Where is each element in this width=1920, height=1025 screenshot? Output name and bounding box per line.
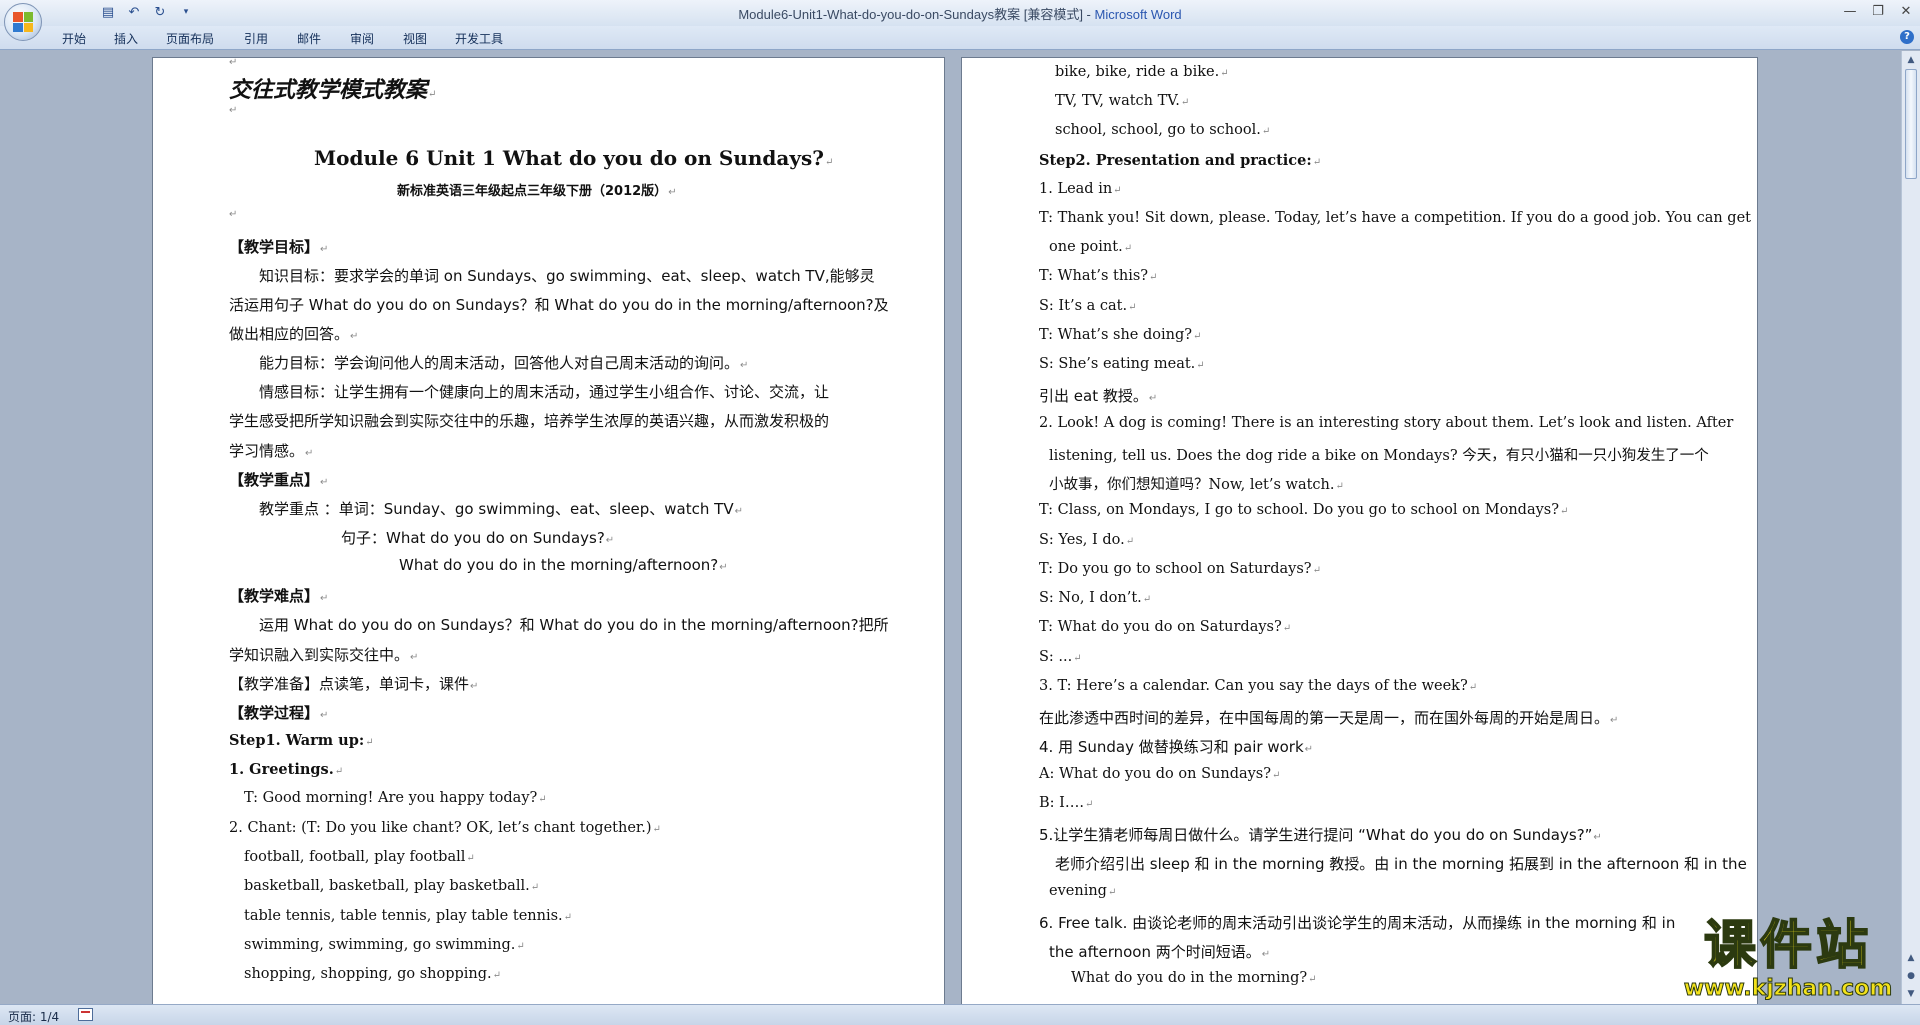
body-line: What do you do in the morning? (1071, 970, 1317, 986)
body-line: school, school, go to school. (1055, 122, 1270, 138)
body-line: basketball, basketball, play basketball. (244, 878, 539, 894)
body-line: 句子：What do you do on Sundays? (341, 527, 614, 548)
body-line: 学知识融入到实际交往中。 (229, 644, 418, 665)
window-title: Module6-Unit1-What-do-you-do-on-Sundays教… (0, 4, 1920, 23)
body-line: swimming, swimming, go swimming. (244, 937, 525, 953)
step-heading: Step1. Warm up: (229, 732, 374, 749)
body-line: listening, tell us. Does the dog ride a … (1049, 448, 1709, 464)
body-line: T: Class, on Mondays, I go to school. Do… (1039, 502, 1568, 518)
office-button[interactable] (4, 3, 42, 41)
paragraph-mark: ↵ (229, 105, 238, 116)
body-line: 活运用句子 What do you do on Sundays？和 What d… (229, 296, 889, 314)
body-line: 在此渗透中西时间的差异，在中国每周的第一天是周一，而在国外每周的开始是周日。 (1039, 707, 1618, 728)
body-line: 教学重点 ：单词：Sunday、go swimming、eat、sleep、wa… (259, 498, 743, 519)
body-line: 情感目标：让学生拥有一个健康向上的周末活动，通过学生小组合作、讨论、交流，让 (259, 383, 830, 401)
body-line: 小故事，你们想知道吗？Now, let’s watch. (1049, 473, 1344, 494)
page-count[interactable]: 页面: 1/4 (8, 1008, 59, 1025)
body-line: 1. Lead in (1039, 181, 1122, 197)
maximize-icon[interactable]: ❐ (1864, 0, 1892, 22)
body-line: T: Thank you! Sit down, please. Today, l… (1039, 210, 1751, 226)
document-page-1[interactable]: ↵ 交往式教学模式教案 ↵ Module 6 Unit 1 What do yo… (152, 57, 945, 1004)
body-line: B: I…. (1039, 795, 1093, 811)
body-line: the afternoon 两个时间短语。 (1049, 941, 1270, 962)
proofing-icon[interactable] (78, 1008, 93, 1021)
body-line: T: What’s she doing? (1039, 327, 1201, 343)
ribbon-tab-bar: 开始 插入 页面布局 引用 邮件 审阅 视图 开发工具 (0, 26, 1920, 50)
document-title: Module6-Unit1-What-do-you-do-on-Sundays教… (738, 7, 1095, 22)
minimize-icon[interactable]: — (1836, 0, 1864, 22)
body-line: TV, TV, watch TV. (1055, 93, 1189, 109)
body-line: one point. (1049, 239, 1132, 255)
tab-home[interactable]: 开始 (62, 30, 86, 47)
body-line: 5.让学生猜老师每周日做什么。请学生进行提问 “What do you do o… (1039, 824, 1602, 845)
body-line: 引出 eat 教授。 (1039, 385, 1157, 406)
body-line: 2. Chant: (T: Do you like chant? OK, let… (229, 820, 661, 836)
paragraph-mark: ↵ (229, 209, 238, 220)
section-heading: 【教学目标】 (229, 236, 328, 257)
tab-view[interactable]: 视图 (403, 30, 427, 47)
watermark-name: 课件站 (1703, 915, 1872, 977)
tab-developer[interactable]: 开发工具 (455, 30, 503, 47)
tab-references[interactable]: 引用 (244, 30, 268, 47)
body-line: T: Good morning! Are you happy today? (244, 790, 547, 806)
close-icon[interactable]: ✕ (1892, 0, 1920, 22)
body-line: T: What’s this? (1039, 268, 1157, 284)
document-heading: 交往式教学模式教案 (229, 72, 436, 104)
vertical-scrollbar[interactable]: ▲ ▲ ● ▼ (1901, 51, 1920, 1004)
body-line: S: It’s a cat. (1039, 298, 1137, 314)
application-name: Microsoft Word (1094, 7, 1182, 22)
tab-page-layout[interactable]: 页面布局 (166, 30, 214, 47)
tab-mailings[interactable]: 邮件 (297, 30, 321, 47)
body-line: What do you do in the morning/afternoon? (399, 556, 728, 574)
body-line: football, football, play football (244, 849, 475, 865)
body-line: bike, bike, ride a bike. (1055, 64, 1229, 80)
body-line: 1. Greetings. (229, 761, 343, 778)
body-line: table tennis, table tennis, play table t… (244, 908, 572, 924)
body-line: 3. T: Here’s a calendar. Can you say the… (1039, 678, 1477, 694)
section-heading: 【教学准备】点读笔，单词卡，课件 (229, 673, 478, 694)
body-line: S: No, I don’t. (1039, 590, 1151, 606)
watermark-url: www.kjzhan.com (1683, 976, 1893, 1002)
body-line: A: What do you do on Sundays? (1039, 766, 1280, 782)
body-line: S: ... (1039, 649, 1082, 665)
paragraph-mark: ↵ (229, 57, 238, 68)
body-line: T: Do you go to school on Saturdays? (1039, 561, 1321, 577)
body-line: S: Yes, I do. (1039, 532, 1134, 548)
document-area[interactable]: ↵ 交往式教学模式教案 ↵ Module 6 Unit 1 What do yo… (0, 51, 1901, 1004)
body-line: evening (1049, 883, 1116, 899)
title-bar: ▤ ↶ ↻ ▾ Module6-Unit1-What-do-you-do-on-… (0, 0, 1920, 26)
scroll-up-icon[interactable]: ▲ (1904, 53, 1918, 67)
lesson-title: Module 6 Unit 1 What do you do on Sunday… (314, 146, 833, 170)
body-line: T: What do you do on Saturdays? (1039, 619, 1291, 635)
body-line: 6. Free talk. 由谈论老师的周末活动引出谈论学生的周末活动，从而操练… (1039, 914, 1676, 932)
body-line: 做出相应的回答。 (229, 323, 358, 344)
tab-insert[interactable]: 插入 (114, 30, 138, 47)
body-line: 知识目标：要求学会的单词 on Sundays、go swimming、eat、… (259, 267, 875, 285)
section-heading: 【教学过程】 (229, 702, 328, 723)
body-line: shopping, shopping, go shopping. (244, 966, 501, 982)
body-line: 运用 What do you do on Sundays？和 What do y… (259, 616, 889, 634)
body-line: 老师介绍引出 sleep 和 in the morning 教授。由 in th… (1055, 855, 1747, 873)
body-line: 学生感受把所学知识融会到实际交往中的乐趣，培养学生浓厚的英语兴趣，从而激发积极的 (229, 412, 830, 430)
body-line: 4. 用 Sunday 做替换练习和 pair work (1039, 736, 1313, 757)
body-line: 学习情感。 (229, 440, 313, 461)
step-heading: Step2. Presentation and practice: (1039, 152, 1321, 169)
section-heading: 【教学难点】 (229, 585, 328, 606)
body-line: 2. Look! A dog is coming! There is an in… (1039, 415, 1734, 431)
window-controls: — ❐ ✕ (1836, 0, 1920, 22)
help-icon[interactable]: ? (1900, 30, 1914, 44)
status-bar: 页面: 1/4 (0, 1004, 1920, 1025)
office-logo-icon (13, 12, 33, 32)
section-heading: 【教学重点】 (229, 469, 328, 490)
body-line: 能力目标：学会询问他人的周末活动，回答他人对自己周末活动的询问。 (259, 352, 748, 373)
lesson-subtitle: 新标准英语三年级起点三年级下册（2012版） (397, 180, 677, 199)
body-line: S: She’s eating meat. (1039, 356, 1205, 372)
scroll-thumb[interactable] (1905, 69, 1917, 179)
tab-review[interactable]: 审阅 (350, 30, 374, 47)
document-page-2[interactable]: bike, bike, ride a bike. TV, TV, watch T… (961, 57, 1758, 1004)
site-watermark: 课件站 www.kjzhan.com (1668, 915, 1908, 1006)
